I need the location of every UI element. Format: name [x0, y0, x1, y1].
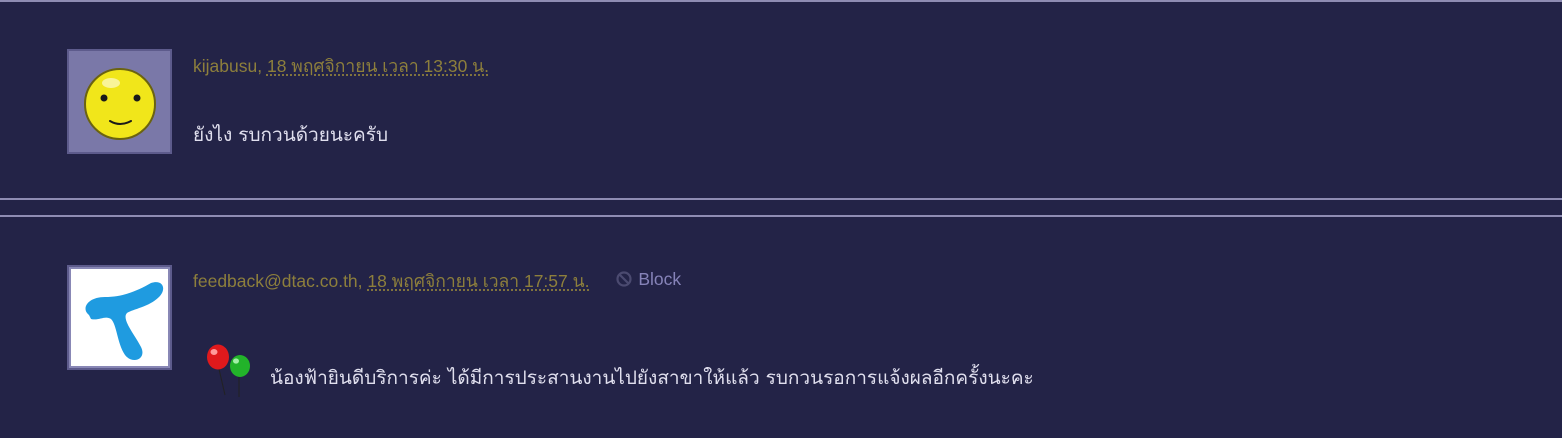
block-label: Block: [638, 268, 682, 289]
block-button[interactable]: Block: [616, 269, 681, 290]
comment-meta: feedback@dtac.co.th, 18 พฤศจิกายน เวลา 1…: [193, 267, 681, 295]
author-name[interactable]: kijabusu: [193, 56, 257, 76]
comment-item: feedback@dtac.co.th, 18 พฤศจิกายน เวลา 1…: [0, 215, 1562, 438]
comment-text: น้องฟ้ายินดีบริการค่ะ ได้มีการประสานงานไ…: [270, 367, 1034, 389]
meta-separator: ,: [357, 271, 363, 291]
comment-item: kijabusu, 18 พฤศจิกายน เวลา 13:30 น. ยัง…: [0, 0, 1562, 200]
comment-meta: kijabusu, 18 พฤศจิกายน เวลา 13:30 น.: [193, 52, 489, 80]
avatar[interactable]: [67, 265, 172, 370]
timestamp[interactable]: 18 พฤศจิกายน เวลา 13:30 น.: [267, 56, 489, 76]
author-name[interactable]: feedback@dtac.co.th: [193, 271, 358, 291]
timestamp[interactable]: 18 พฤศจิกายน เวลา 17:57 น.: [367, 271, 589, 291]
balloons-icon: [207, 344, 250, 397]
smiley-face-icon: [71, 53, 168, 150]
avatar[interactable]: [67, 49, 172, 154]
meta-separator: ,: [257, 56, 263, 76]
comments-page: kijabusu, 18 พฤศจิกายน เวลา 13:30 น. ยัง…: [0, 0, 1562, 438]
block-icon: [616, 271, 632, 287]
dtac-logo-icon: [71, 269, 168, 366]
comment-text: ยังไง รบกวนด้วยนะครับ: [193, 124, 389, 146]
